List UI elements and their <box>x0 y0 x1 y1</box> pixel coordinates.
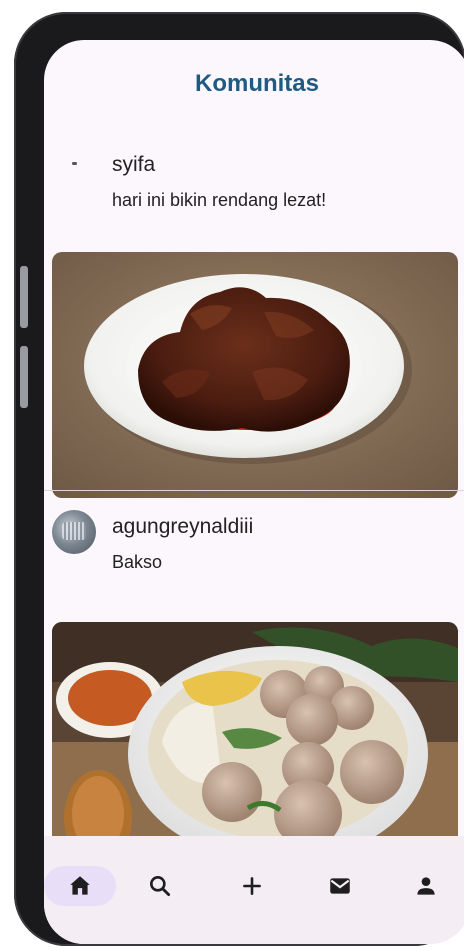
rendang-photo <box>52 252 458 498</box>
nav-messages-button[interactable] <box>304 866 376 906</box>
add-icon <box>243 877 261 895</box>
mail-icon <box>330 878 350 894</box>
nav-profile-button[interactable] <box>390 866 462 906</box>
page-title: Komunitas <box>194 70 319 97</box>
bottom-navigation-bar <box>44 836 464 944</box>
nav-add-button[interactable] <box>216 866 288 906</box>
post-username[interactable]: agungreynaldiii <box>112 515 253 539</box>
post-caption: hari ini bikin rendang lezat! <box>112 190 327 210</box>
post-card[interactable]: syifa hari ini bikin rendang lezat! <box>44 148 464 498</box>
avatar[interactable] <box>52 510 96 554</box>
post-header: syifa hari ini bikin rendang lezat! <box>44 148 464 232</box>
post-image-bakso[interactable] <box>52 622 458 862</box>
nav-search-button[interactable] <box>124 866 196 906</box>
bakso-photo <box>52 622 458 862</box>
avatar[interactable] <box>52 148 96 192</box>
nav-home-button[interactable] <box>44 866 116 906</box>
post-card[interactable]: agungreynaldiii Bakso <box>44 510 464 862</box>
home-icon <box>70 876 90 895</box>
post-header: agungreynaldiii Bakso <box>44 510 464 594</box>
person-icon <box>417 877 435 895</box>
volume-up-button <box>20 266 28 328</box>
app-screen: Komunitas syifa hari ini bikin rendang l… <box>44 40 464 944</box>
post-divider <box>44 490 464 491</box>
post-caption: Bakso <box>112 552 163 572</box>
post-image-rendang[interactable] <box>52 252 458 498</box>
volume-down-button <box>20 346 28 408</box>
search-icon <box>150 876 171 897</box>
post-username[interactable]: syifa <box>112 153 155 177</box>
phone-frame: Komunitas syifa hari ini bikin rendang l… <box>14 12 464 946</box>
